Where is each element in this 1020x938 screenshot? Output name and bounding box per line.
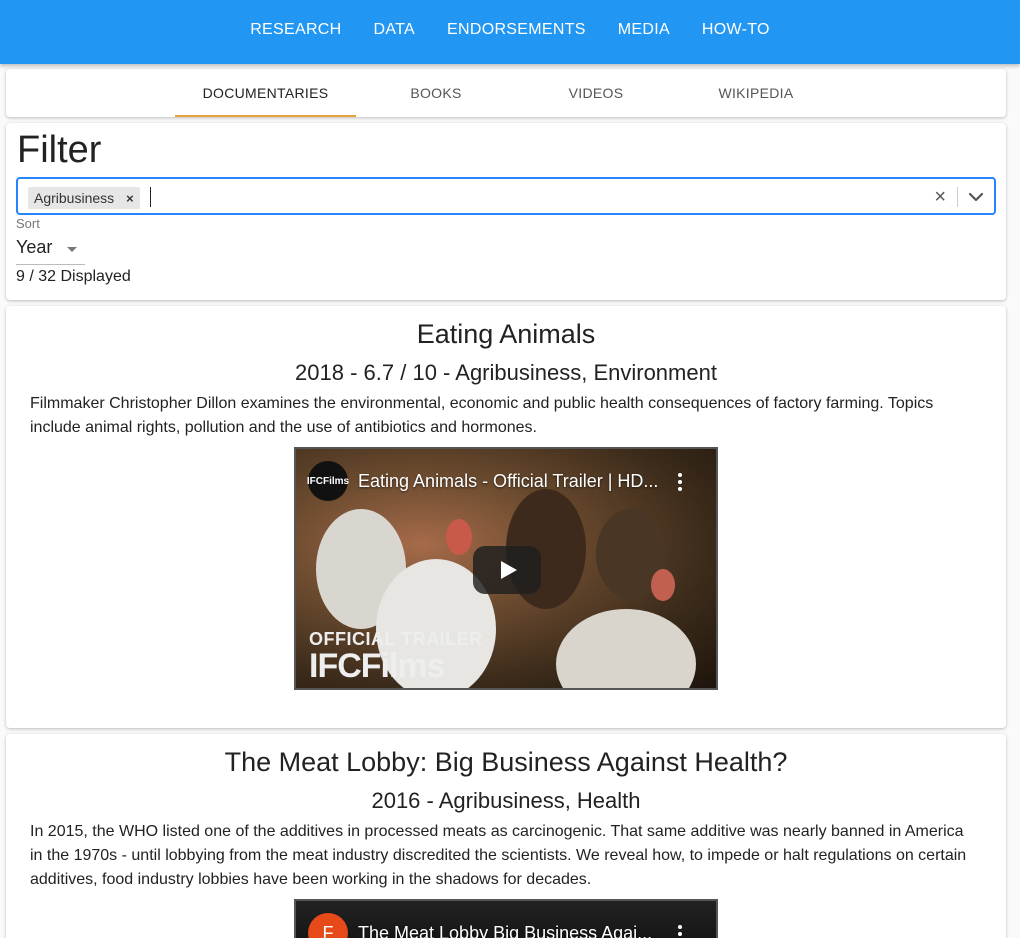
tab-wikipedia[interactable]: WIKIPEDIA bbox=[676, 69, 836, 117]
sort-value: Year bbox=[16, 237, 53, 257]
clear-icon[interactable]: × bbox=[934, 186, 946, 209]
nav-research[interactable]: RESEARCH bbox=[234, 21, 357, 39]
displayed-count: 9 / 32 Displayed bbox=[16, 268, 131, 285]
channel-logo[interactable]: F bbox=[308, 913, 348, 938]
nav-data[interactable]: DATA bbox=[358, 21, 432, 39]
documentary-description: Filmmaker Christopher Dillon examines th… bbox=[30, 395, 934, 436]
tab-videos[interactable]: VIDEOS bbox=[516, 69, 676, 117]
documentary-title: The Meat Lobby: Big Business Against Hea… bbox=[224, 747, 788, 777]
tab-books[interactable]: BOOKS bbox=[356, 69, 516, 117]
turkey-shape bbox=[446, 519, 472, 555]
tag-filter-select[interactable]: Agribusiness × × bbox=[16, 177, 996, 215]
text-cursor bbox=[150, 187, 151, 207]
turkey-shape bbox=[556, 609, 696, 688]
chevron-down-icon[interactable] bbox=[966, 187, 986, 207]
indicator-separator bbox=[957, 187, 958, 207]
turkey-shape bbox=[651, 569, 675, 601]
sort-select[interactable]: Year bbox=[16, 235, 85, 265]
tag-chip: Agribusiness × bbox=[28, 187, 140, 209]
nav-media[interactable]: MEDIA bbox=[602, 21, 686, 39]
documentary-meta: 2018 - 6.7 / 10 - Agribusiness, Environm… bbox=[295, 360, 717, 385]
more-vert-icon[interactable] bbox=[678, 473, 682, 491]
nav-how-to[interactable]: HOW-TO bbox=[686, 21, 786, 39]
top-app-bar: RESEARCH DATA ENDORSEMENTS MEDIA HOW-TO bbox=[0, 0, 1020, 64]
documentary-title: Eating Animals bbox=[416, 319, 596, 349]
tab-indicator bbox=[175, 115, 356, 117]
video-embed[interactable]: IFCFilms Eating Animals - Official Trail… bbox=[294, 447, 718, 690]
sort-label: Sort bbox=[16, 216, 40, 231]
category-tabs: DOCUMENTARIES BOOKS VIDEOS WIKIPEDIA bbox=[6, 69, 1006, 117]
filter-title: Filter bbox=[17, 129, 102, 171]
tag-chip-label: Agribusiness bbox=[34, 190, 115, 206]
channel-logo[interactable]: IFCFilms bbox=[307, 461, 349, 501]
more-vert-icon[interactable] bbox=[678, 925, 682, 938]
tab-documentaries[interactable]: DOCUMENTARIES bbox=[175, 69, 356, 117]
video-embed[interactable]: F The Meat Lobby Big Business Agai... bbox=[294, 899, 718, 938]
play-icon[interactable] bbox=[473, 546, 541, 594]
video-overlay-logo: IFCFilms bbox=[309, 647, 446, 685]
documentary-meta: 2016 - Agribusiness, Health bbox=[371, 788, 641, 813]
video-title[interactable]: The Meat Lobby Big Business Agai... bbox=[358, 923, 652, 938]
nav-endorsements[interactable]: ENDORSEMENTS bbox=[431, 21, 602, 39]
dropdown-arrow-icon bbox=[67, 247, 77, 252]
documentary-card: The Meat Lobby: Big Business Against Hea… bbox=[6, 734, 1006, 938]
video-title[interactable]: Eating Animals - Official Trailer | HD..… bbox=[358, 471, 658, 492]
documentary-card: Eating Animals 2018 - 6.7 / 10 - Agribus… bbox=[6, 306, 1006, 728]
top-nav: RESEARCH DATA ENDORSEMENTS MEDIA HOW-TO bbox=[234, 21, 786, 39]
documentary-description: In 2015, the WHO listed one of the addit… bbox=[30, 823, 967, 888]
close-icon[interactable]: × bbox=[120, 191, 140, 206]
filter-panel: Filter Agribusiness × × Sort Year 9 / 32… bbox=[6, 123, 1006, 300]
